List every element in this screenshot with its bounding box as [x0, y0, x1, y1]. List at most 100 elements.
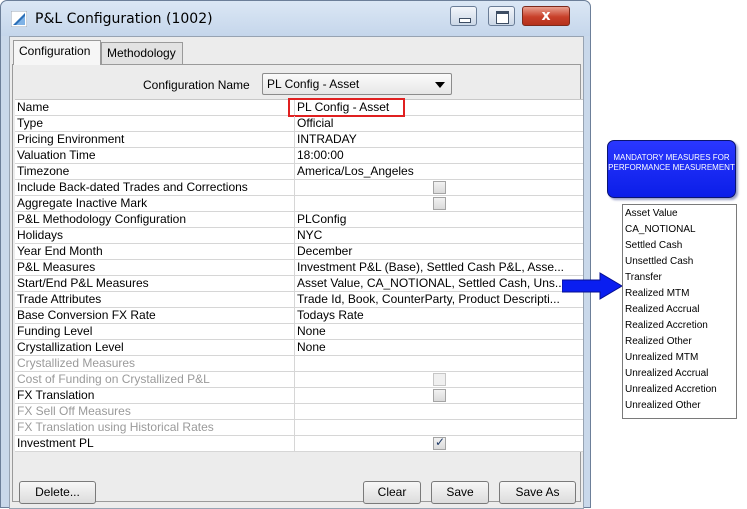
tab-configuration[interactable]: Configuration: [13, 40, 101, 65]
property-value[interactable]: Official: [296, 116, 583, 131]
measure-item: Asset Value: [625, 208, 678, 219]
property-name: Name: [15, 100, 295, 115]
property-value[interactable]: Investment P&L (Base), Settled Cash P&L,…: [296, 260, 583, 275]
property-value[interactable]: None: [296, 340, 583, 355]
title-bar[interactable]: P&L Configuration (1002) x: [1, 1, 590, 36]
property-checkbox[interactable]: [433, 389, 446, 402]
close-button[interactable]: x: [522, 6, 570, 26]
property-value[interactable]: Asset Value, CA_NOTIONAL, Settled Cash, …: [296, 276, 583, 291]
property-row[interactable]: Funding Level None: [15, 324, 583, 340]
minimize-button[interactable]: [450, 6, 477, 26]
window-content: Configuration Methodology Configuration …: [9, 36, 584, 509]
configuration-panel: Configuration Name PL Config - Asset Nam…: [12, 64, 583, 502]
configuration-name-label: Configuration Name: [143, 78, 250, 92]
delete-button[interactable]: Delete...: [19, 481, 96, 504]
property-value[interactable]: [296, 436, 583, 451]
close-icon: x: [541, 8, 551, 24]
pl-configuration-window: P&L Configuration (1002) x Configuration…: [0, 0, 591, 509]
property-value[interactable]: 18:00:00: [296, 148, 583, 163]
property-row[interactable]: Crystallization Level None: [15, 340, 583, 356]
property-name: Funding Level: [15, 324, 295, 339]
property-value: [296, 356, 583, 371]
property-value[interactable]: Todays Rate: [296, 308, 583, 323]
property-name: Valuation Time: [15, 148, 295, 163]
property-row[interactable]: Type Official: [15, 116, 583, 132]
property-name: Include Back-dated Trades and Correction…: [15, 180, 295, 195]
right-arrow-icon: [562, 272, 623, 300]
measure-item: Unrealized Other: [625, 400, 701, 411]
property-row[interactable]: Start/End P&L Measures Asset Value, CA_NO…: [15, 276, 583, 292]
property-row[interactable]: Crystallized Measures: [15, 356, 583, 372]
property-name: FX Translation: [15, 388, 295, 403]
configuration-name-value: PL Config - Asset: [267, 77, 360, 91]
property-row[interactable]: Pricing Environment INTRADAY: [15, 132, 583, 148]
app-triangle-icon: [11, 11, 27, 27]
maximize-button[interactable]: [488, 6, 515, 26]
property-name: Cost of Funding on Crystallized P&L: [15, 372, 295, 387]
property-value[interactable]: Trade Id, Book, CounterParty, Product De…: [296, 292, 583, 307]
property-checkbox[interactable]: [433, 436, 446, 450]
property-row[interactable]: FX Sell Off Measures: [15, 404, 583, 420]
measure-item: Realized Accrual: [625, 304, 700, 315]
property-value[interactable]: PL Config - Asset: [296, 100, 583, 115]
configuration-name-select[interactable]: PL Config - Asset: [262, 73, 452, 95]
property-name: FX Translation using Historical Rates: [15, 420, 295, 435]
property-value[interactable]: America/Los_Angeles: [296, 164, 583, 179]
tab-methodology[interactable]: Methodology: [101, 42, 183, 64]
property-row[interactable]: Year End Month December: [15, 244, 583, 260]
property-value: [296, 420, 583, 435]
property-value[interactable]: INTRADAY: [296, 132, 583, 147]
property-row[interactable]: Name PL Config - Asset: [15, 98, 583, 117]
property-name: Trade Attributes: [15, 292, 295, 307]
property-value: [296, 404, 583, 419]
property-checkbox: [433, 373, 446, 386]
property-value[interactable]: [296, 180, 583, 195]
measure-item: CA_NOTIONAL: [625, 224, 696, 235]
property-name: Type: [15, 116, 295, 131]
clear-button[interactable]: Clear: [363, 481, 421, 504]
measure-item: Transfer: [625, 272, 662, 283]
property-checkbox[interactable]: [433, 197, 446, 210]
property-name: P&L Measures: [15, 260, 295, 275]
property-value[interactable]: None: [296, 324, 583, 339]
measure-item: Unsettled Cash: [625, 256, 694, 267]
property-row[interactable]: Cost of Funding on Crystallized P&L: [15, 372, 583, 388]
measure-item: Unrealized Accrual: [625, 368, 709, 379]
property-row[interactable]: FX Translation: [15, 388, 583, 404]
property-row[interactable]: Include Back-dated Trades and Correction…: [15, 180, 583, 196]
property-checkbox[interactable]: [433, 181, 446, 194]
chevron-down-icon[interactable]: [435, 82, 445, 88]
property-row[interactable]: Valuation Time 18:00:00: [15, 148, 583, 164]
property-name: Investment PL: [15, 436, 295, 451]
property-value[interactable]: PLConfig: [296, 212, 583, 227]
property-row[interactable]: P&L Methodology Configuration PLConfig: [15, 212, 583, 228]
property-row[interactable]: FX Translation using Historical Rates: [15, 420, 583, 436]
property-row[interactable]: Base Conversion FX Rate Todays Rate: [15, 308, 583, 324]
properties-table: Name PL Config - Asset Type Official Pricing…: [15, 98, 583, 452]
property-row[interactable]: Investment PL: [15, 436, 583, 452]
save-as-button[interactable]: Save As: [499, 481, 576, 504]
measure-item: Realized Other: [625, 336, 692, 347]
property-value[interactable]: [296, 388, 583, 403]
mandatory-measures-callout: MANDATORY MEASURES FOR PERFORMANCE MEASU…: [607, 140, 736, 198]
property-row[interactable]: Trade Attributes Trade Id, Book, CounterP…: [15, 292, 583, 308]
mandatory-measures-list: Asset Value CA_NOTIONAL Settled Cash Unsett…: [622, 204, 737, 419]
window-title: P&L Configuration (1002): [35, 11, 213, 27]
property-name: Pricing Environment: [15, 132, 295, 147]
measure-item: Settled Cash: [625, 240, 683, 251]
property-name: Crystallization Level: [15, 340, 295, 355]
property-value[interactable]: December: [296, 244, 583, 259]
measure-item: Unrealized Accretion: [625, 384, 717, 395]
property-row[interactable]: Aggregate Inactive Mark: [15, 196, 583, 212]
save-button[interactable]: Save: [431, 481, 489, 504]
property-row[interactable]: Holidays NYC: [15, 228, 583, 244]
property-name: FX Sell Off Measures: [15, 404, 295, 419]
property-row[interactable]: Timezone America/Los_Angeles: [15, 164, 583, 180]
property-name: Start/End P&L Measures: [15, 276, 295, 291]
property-value[interactable]: [296, 196, 583, 211]
property-row[interactable]: P&L Measures Investment P&L (Base), Settl…: [15, 260, 583, 276]
measure-item: Realized MTM: [625, 288, 690, 299]
property-name: P&L Methodology Configuration: [15, 212, 295, 227]
measure-item: Realized Accretion: [625, 320, 708, 331]
property-value[interactable]: NYC: [296, 228, 583, 243]
